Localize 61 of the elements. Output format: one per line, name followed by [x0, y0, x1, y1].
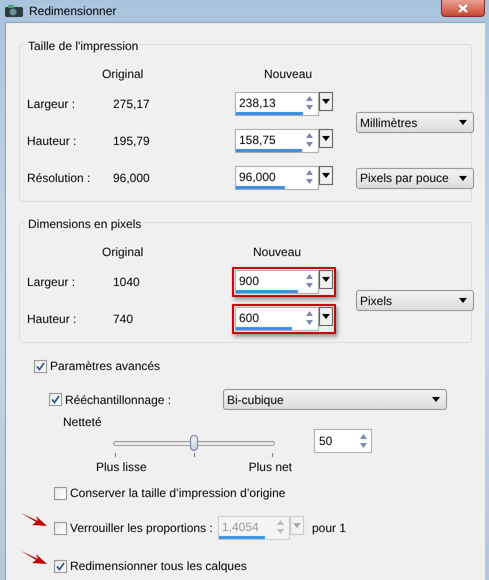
checkmark-icon: [51, 395, 60, 404]
original-value: 275,17: [113, 96, 151, 113]
original-value: 195,79: [113, 133, 151, 150]
unit-dropdown[interactable]: Millimètres: [356, 112, 474, 133]
original-value: 1040: [113, 274, 141, 291]
column-header: Original: [102, 244, 144, 261]
checkbox-label: Rééchantillonnage :: [65, 392, 172, 408]
ratio-suffix: pour 1: [312, 520, 346, 537]
field-label: Résolution :: [26, 170, 92, 187]
checkbox-label: Verrouiller les proportions :: [70, 520, 213, 537]
number-field[interactable]: 50: [314, 429, 372, 453]
slider-min-label: Plus lisse: [96, 459, 147, 476]
field-label: Largeur :: [26, 274, 76, 291]
original-value: 96,000: [113, 170, 151, 187]
caret-icon: [459, 176, 467, 180]
close-button[interactable]: [441, 0, 485, 17]
caret-icon: [432, 397, 440, 402]
slider-thumb[interactable]: [190, 435, 198, 451]
checkbox[interactable]: [54, 560, 67, 572]
caret-icon: [322, 99, 330, 104]
slider-max-label: Plus net: [248, 459, 292, 476]
column-header: Nouveau: [264, 66, 312, 83]
checkbox[interactable]: [34, 360, 47, 372]
caret-icon: [322, 136, 330, 141]
number-field[interactable]: 238,13: [235, 92, 319, 116]
method-dropdown[interactable]: Bi-cubique: [223, 389, 447, 410]
caret-icon: [322, 314, 330, 319]
checkbox-label: Redimensionner tous les calques: [70, 558, 247, 575]
number-field[interactable]: 600: [235, 307, 319, 331]
slider-label: Netteté: [63, 414, 103, 431]
checkbox[interactable]: [54, 486, 67, 500]
original-value: 740: [113, 311, 134, 328]
caret-icon: [459, 120, 467, 125]
caret-icon: [322, 173, 330, 178]
dropdown-button[interactable]: [319, 270, 333, 289]
column-header: Nouveau: [253, 244, 302, 261]
unit-dropdown[interactable]: Pixels: [356, 290, 474, 311]
dropdown-button[interactable]: [319, 307, 333, 326]
caret-icon: [459, 298, 467, 303]
dropdown-button[interactable]: [319, 92, 333, 111]
checkmark-icon: [36, 362, 45, 370]
dropdown-button[interactable]: [319, 129, 333, 148]
number-field[interactable]: 900: [235, 270, 319, 294]
window-title: Redimensionner: [29, 3, 116, 20]
number-field[interactable]: 158,75: [235, 129, 319, 153]
camera-icon: [4, 4, 24, 18]
checkmark-icon: [56, 562, 65, 570]
checkbox-label: Conserver la taille d’impression d’origine: [70, 485, 286, 502]
number-field[interactable]: 96,000: [235, 166, 319, 190]
close-icon: [458, 4, 468, 12]
field-label: Hauteur :: [26, 311, 78, 328]
column-header: Original: [102, 66, 144, 83]
unit-dropdown[interactable]: Pixels par pouce: [356, 168, 474, 188]
checkbox[interactable]: [49, 393, 62, 406]
field-label: Hauteur :: [26, 133, 78, 150]
caret-icon: [293, 523, 301, 528]
checkbox[interactable]: [54, 522, 67, 534]
dropdown-button[interactable]: [319, 166, 333, 185]
field-label: Largeur :: [26, 96, 76, 113]
caret-icon: [322, 277, 330, 282]
checkbox-label: Paramètres avancés: [50, 358, 160, 375]
